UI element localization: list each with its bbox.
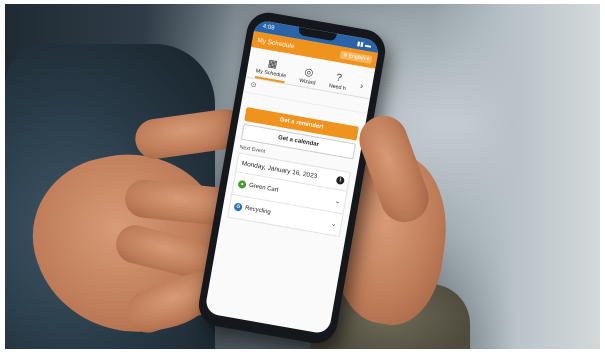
- chevron-down-icon[interactable]: ⌄: [330, 219, 337, 228]
- chevron-right-icon[interactable]: ›: [358, 81, 364, 97]
- tab-label: Need h: [328, 83, 347, 92]
- chevron-down-icon[interactable]: ⌄: [334, 197, 341, 206]
- tab-label: Wizard: [298, 77, 316, 87]
- status-time: 4:09: [262, 23, 275, 32]
- green-cart-icon: ●: [237, 179, 247, 190]
- signal-icon: ▮▮ ▬: [356, 40, 372, 50]
- globe-icon: ⊕: [342, 52, 348, 59]
- help-icon: ?: [335, 72, 343, 85]
- recycling-icon: ♻: [233, 202, 243, 212]
- app-title: My Schedule: [256, 36, 296, 50]
- language-selector[interactable]: ⊕ English ▾: [339, 50, 373, 64]
- tab-need-help[interactable]: ? Need h: [328, 71, 348, 94]
- info-icon[interactable]: i: [335, 175, 345, 186]
- photo-scene: 4:09 ▮▮ ▬ My Schedule ⊕ English ▾ ▦ My S…: [5, 4, 600, 349]
- tab-label: My Schedule: [255, 68, 287, 80]
- language-label: English: [348, 53, 366, 62]
- chevron-down-icon: ▾: [365, 56, 370, 63]
- tab-wizard[interactable]: ◎ Wizard: [298, 66, 318, 89]
- location-pin-icon: ⊙: [249, 81, 257, 90]
